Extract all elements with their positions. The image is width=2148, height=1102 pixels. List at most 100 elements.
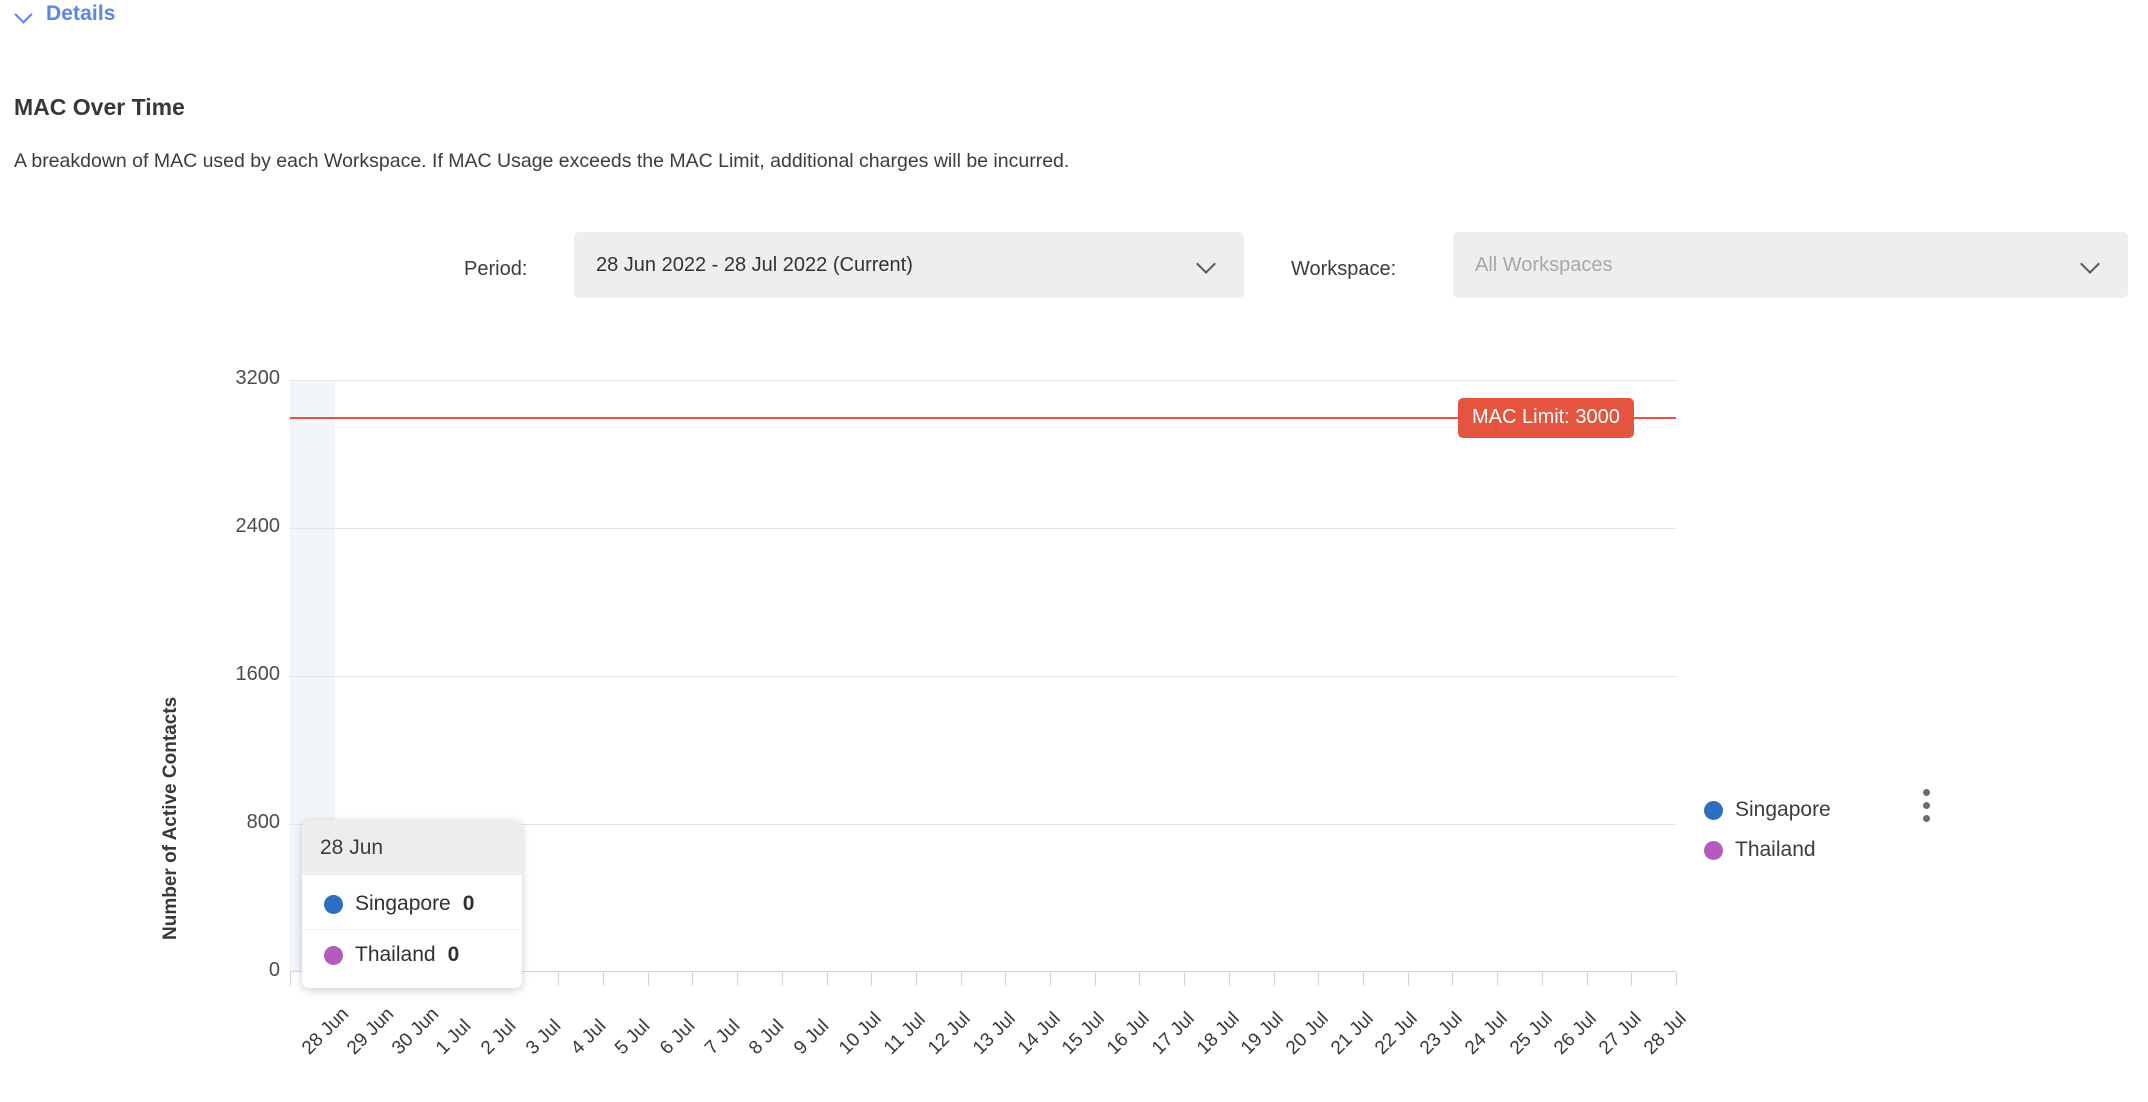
x-axis-tick-label: 8 Jul (745, 1015, 789, 1059)
x-axis-tick (1273, 972, 1275, 986)
y-axis-title: Number of Active Contacts (160, 696, 181, 940)
x-axis-tick-label: 5 Jul (611, 1015, 655, 1059)
legend-item-label: Thailand (1735, 838, 1816, 861)
x-axis-tick (1139, 972, 1141, 986)
x-axis-tick (1094, 972, 1096, 986)
legend-color-dot (1704, 800, 1723, 820)
chevron-down-icon (14, 3, 36, 25)
tooltip-series-name: Singapore (355, 892, 451, 915)
x-axis-tick-label: 17 Jul (1147, 1008, 1199, 1059)
section-description: A breakdown of MAC used by each Workspac… (14, 150, 1070, 172)
legend-item-singapore[interactable]: Singapore (1704, 790, 1831, 830)
x-axis-tick-label: 2 Jul (477, 1015, 521, 1059)
x-axis-tick-label: 9 Jul (790, 1015, 834, 1059)
filters-row: Period: 28 Jun 2022 - 28 Jul 2022 (Curre… (0, 232, 2148, 328)
x-axis-tick-label: 30 Jun (387, 1003, 443, 1059)
mac-limit-badge: MAC Limit: 3000 (1458, 398, 1634, 438)
period-select-value: 28 Jun 2022 - 28 Jul 2022 (Current) (596, 253, 913, 276)
x-axis-tick-label: 27 Jul (1594, 1008, 1646, 1059)
x-axis-tick-label: 3 Jul (521, 1015, 566, 1059)
x-axis-tick (1631, 972, 1633, 986)
x-axis-tick-label: 19 Jul (1237, 1008, 1288, 1059)
x-axis-tick (1497, 972, 1499, 986)
details-label: Details (46, 2, 116, 25)
x-axis-tick (1005, 972, 1007, 986)
tooltip-series-value: 0 (447, 943, 460, 966)
x-axis-tick (1228, 972, 1230, 986)
chart-legend: Singapore Thailand (1704, 790, 1831, 870)
x-axis-tick-label: 26 Jul (1550, 1008, 1601, 1059)
x-axis-tick (737, 972, 739, 986)
tooltip-color-dot (324, 894, 343, 914)
x-axis-tick (960, 972, 962, 986)
kebab-dot (1923, 802, 1930, 809)
x-axis-tick (1184, 972, 1186, 986)
x-axis-tick-label: 20 Jul (1281, 1008, 1333, 1059)
x-axis-labels: 28 Jun 29 Jun 30 Jun 1 Jul 2 Jul 3 Jul 4 Jul 5 … (290, 986, 1690, 1096)
chevron-down-icon (2078, 252, 2104, 278)
x-axis-tick-label: 28 Jun (298, 1003, 354, 1059)
x-axis-tick-label: 12 Jul (924, 1008, 975, 1059)
kebab-dot (1923, 789, 1930, 796)
x-axis-tick (1676, 972, 1677, 986)
x-axis-tick (602, 972, 604, 986)
workspace-select[interactable]: All Workspaces (1453, 232, 2128, 298)
x-axis-tick-label: 28 Jul (1639, 1008, 1691, 1059)
x-axis-tick (1586, 972, 1588, 986)
chart-tooltip: 28 Jun Singapore 0 Thailand 0 (302, 820, 522, 988)
x-axis-tick-label: 21 Jul (1326, 1008, 1378, 1059)
x-axis-tick (558, 972, 560, 986)
x-axis-tick (1407, 972, 1409, 986)
page-title: MAC Over Time (14, 94, 185, 120)
tooltip-row: Thailand 0 (302, 929, 522, 980)
gridline (290, 528, 1676, 529)
y-axis-tick-label: 3200 (235, 367, 281, 389)
x-axis-tick (1452, 972, 1454, 986)
x-axis-tick-label: 15 Jul (1058, 1008, 1110, 1059)
tooltip-color-dot (324, 945, 343, 965)
tooltip-rows: Singapore 0 Thailand 0 (302, 875, 522, 988)
x-axis-tick-label: 29 Jun (343, 1003, 399, 1059)
y-axis-tick-label: 1600 (235, 663, 281, 685)
details-toggle[interactable]: Details (14, 2, 116, 26)
tooltip-row: Singapore 0 (302, 879, 522, 929)
chevron-down-icon (1194, 252, 1220, 278)
mac-over-time-chart: Number of Active Contacts 0 800 1600 2400 32… (0, 367, 2148, 1100)
period-label: Period: (464, 258, 528, 280)
y-axis-tick-label: 0 (268, 959, 280, 981)
x-axis-tick-label: 7 Jul (700, 1015, 744, 1059)
tooltip-date: 28 Jun (302, 820, 522, 875)
tooltip-series-name: Thailand (355, 943, 436, 966)
x-axis-tick-label: 13 Jul (969, 1008, 1020, 1059)
x-axis-tick (1318, 972, 1320, 986)
gridline (290, 380, 1676, 381)
x-axis-tick-label: 11 Jul (879, 1009, 930, 1059)
x-axis-tick-label: 4 Jul (566, 1015, 610, 1059)
period-select[interactable]: 28 Jun 2022 - 28 Jul 2022 (Current) (574, 232, 1244, 298)
x-axis-tick (1050, 972, 1052, 986)
kebab-dot (1923, 815, 1930, 822)
x-axis-tick (915, 972, 917, 986)
y-axis-tick-label: 800 (246, 811, 280, 833)
x-axis-tick (1363, 972, 1365, 986)
x-axis-tick-label: 16 Jul (1103, 1008, 1154, 1059)
legend-item-thailand[interactable]: Thailand (1704, 830, 1831, 870)
x-axis-tick (290, 972, 291, 986)
x-axis-tick-label: 10 Jul (834, 1008, 886, 1059)
x-axis-tick-label: 25 Jul (1505, 1008, 1557, 1059)
x-axis-tick (647, 972, 649, 986)
x-axis-tick-label: 23 Jul (1416, 1008, 1467, 1059)
x-axis-tick-label: 18 Jul (1192, 1008, 1244, 1059)
x-axis-tick-label: 14 Jul (1013, 1008, 1065, 1059)
x-axis-tick-label: 24 Jul (1460, 1008, 1512, 1059)
x-axis-tick (781, 972, 783, 986)
kebab-menu-icon[interactable] (1912, 785, 1942, 829)
x-axis-tick (826, 972, 828, 986)
workspace-label: Workspace: (1291, 258, 1397, 280)
workspace-select-value: All Workspaces (1475, 253, 1613, 276)
x-axis-tick (1541, 972, 1543, 986)
y-axis-ticks: 0 800 1600 2400 3200 (180, 367, 281, 981)
gridline (290, 676, 1676, 677)
x-axis-tick-label: 6 Jul (656, 1015, 700, 1059)
x-axis-tick (871, 972, 873, 986)
